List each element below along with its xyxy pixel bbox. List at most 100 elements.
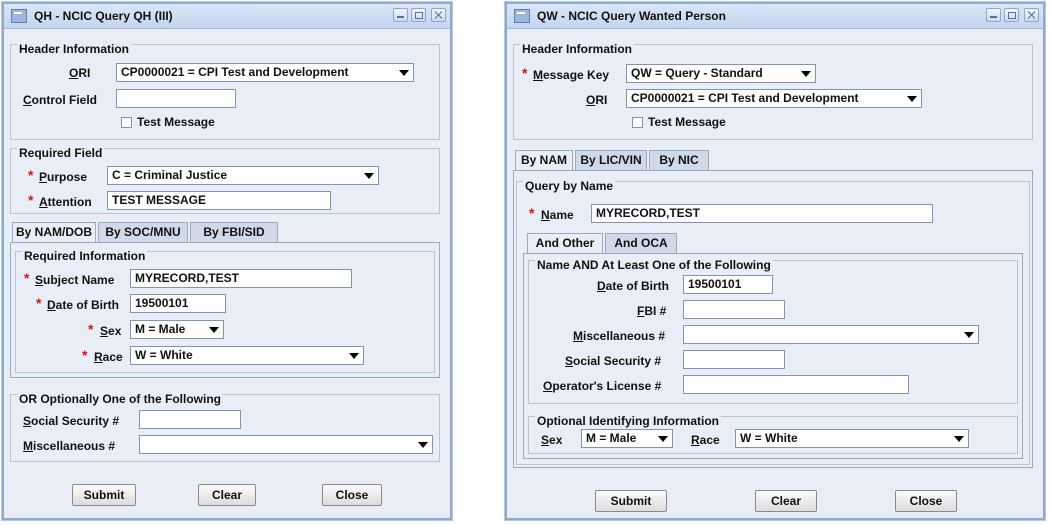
- control-field-label: Control Field: [23, 93, 97, 107]
- race-value: W = White: [135, 348, 193, 362]
- tab-by-soc-mnu[interactable]: By SOC/MNU: [98, 222, 188, 242]
- group-legend: Name AND At Least One of the Following: [535, 258, 773, 272]
- sex-select[interactable]: M = Male: [581, 429, 673, 448]
- ori-select[interactable]: CP0000021 = CPI Test and Development: [626, 89, 922, 108]
- chevron-down-icon: [964, 332, 974, 338]
- message-key-label: Message Key: [533, 68, 610, 82]
- race-select[interactable]: W = White: [130, 346, 364, 365]
- operators-license-input[interactable]: [683, 375, 909, 394]
- minimize-icon[interactable]: [393, 8, 408, 22]
- maximize-icon[interactable]: [1004, 8, 1019, 22]
- subject-name-input[interactable]: MYRECORD,TEST: [130, 269, 352, 288]
- ori-label: ORI: [69, 66, 91, 80]
- chevron-down-icon: [658, 436, 668, 442]
- group-legend: Header Information: [520, 42, 635, 56]
- sex-label: Sex: [541, 433, 563, 447]
- ssn-label: Social Security #: [23, 414, 120, 428]
- required-marker: *: [24, 270, 30, 286]
- tab-by-nic[interactable]: By NIC: [649, 150, 709, 170]
- control-field-input[interactable]: [116, 89, 236, 108]
- qw-at-least-group: Name AND At Least One of the Following D…: [528, 258, 1018, 404]
- qh-window: QH - NCIC Query QH (III) Header Informat…: [2, 2, 452, 520]
- ssn-label: Social Security #: [565, 354, 662, 368]
- qh-tab-panel: Required Information * Subject Name MYRE…: [10, 242, 440, 378]
- test-message-label: Test Message: [137, 115, 215, 129]
- purpose-select[interactable]: C = Criminal Justice: [107, 166, 379, 185]
- qh-required-field-group: Required Field * Purpose C = Criminal Ju…: [10, 146, 440, 214]
- tab-by-nam[interactable]: By NAM: [515, 150, 573, 171]
- tab-and-oca[interactable]: And OCA: [605, 233, 677, 253]
- group-legend: Optional Identifying Information: [535, 414, 721, 428]
- required-marker: *: [88, 321, 94, 337]
- misc-label: Miscellaneous #: [573, 329, 666, 343]
- purpose-value: C = Criminal Justice: [112, 168, 228, 182]
- ori-value: CP0000021 = CPI Test and Development: [631, 91, 859, 105]
- qw-titlebar[interactable]: QW - NCIC Query Wanted Person: [507, 4, 1043, 29]
- qh-titlebar[interactable]: QH - NCIC Query QH (III): [4, 4, 450, 29]
- race-label: Race: [691, 433, 720, 447]
- operators-license-label: Operator's License #: [543, 379, 662, 393]
- clear-button[interactable]: Clear: [198, 484, 256, 506]
- subject-name-label: Subject Name: [35, 273, 115, 287]
- ssn-input[interactable]: [683, 350, 785, 369]
- test-message-label: Test Message: [648, 115, 726, 129]
- qw-query-by-name-group: Query by Name * Name MYRECORD,TEST And O…: [516, 179, 1030, 465]
- qw-tab-panel: Query by Name * Name MYRECORD,TEST And O…: [513, 170, 1033, 468]
- sex-value: M = Male: [586, 431, 637, 445]
- sex-value: M = Male: [135, 322, 186, 336]
- misc-select[interactable]: [683, 325, 979, 344]
- close-icon[interactable]: [431, 8, 446, 22]
- clear-button[interactable]: Clear: [755, 490, 817, 512]
- window-app-icon: [514, 9, 530, 23]
- ori-select[interactable]: CP0000021 = CPI Test and Development: [116, 63, 414, 82]
- qw-window-title: QW - NCIC Query Wanted Person: [537, 9, 726, 23]
- group-legend: Required Information: [22, 249, 148, 263]
- dob-input[interactable]: 19500101: [683, 275, 773, 294]
- dob-label: Date of Birth: [47, 298, 120, 312]
- required-marker: *: [36, 295, 42, 311]
- name-input[interactable]: MYRECORD,TEST: [591, 204, 933, 223]
- submit-button[interactable]: Submit: [595, 490, 667, 512]
- ori-label: ORI: [586, 93, 608, 107]
- close-icon[interactable]: [1024, 8, 1039, 22]
- maximize-icon[interactable]: [411, 8, 426, 22]
- required-marker: *: [82, 347, 88, 363]
- chevron-down-icon: [907, 96, 917, 102]
- group-legend: Required Field: [17, 146, 105, 160]
- test-message-checkbox[interactable]: [121, 117, 132, 128]
- group-legend: Query by Name: [523, 179, 616, 193]
- minimize-icon[interactable]: [986, 8, 1001, 22]
- test-message-checkbox[interactable]: [632, 117, 643, 128]
- fbi-input[interactable]: [683, 300, 785, 319]
- chevron-down-icon: [399, 70, 409, 76]
- submit-button[interactable]: Submit: [72, 484, 136, 506]
- group-legend: Header Information: [17, 42, 132, 56]
- race-select[interactable]: W = White: [735, 429, 969, 448]
- dob-input[interactable]: 19500101: [130, 294, 226, 313]
- misc-label: Miscellaneous #: [23, 439, 116, 453]
- qw-window: QW - NCIC Query Wanted Person Header Inf…: [505, 2, 1045, 520]
- close-button[interactable]: Close: [322, 484, 382, 506]
- chevron-down-icon: [209, 327, 219, 333]
- required-marker: *: [28, 167, 34, 183]
- sex-select[interactable]: M = Male: [130, 320, 224, 339]
- tab-and-other[interactable]: And Other: [527, 233, 603, 254]
- tab-by-nam-dob[interactable]: By NAM/DOB: [12, 222, 96, 243]
- chevron-down-icon: [954, 436, 964, 442]
- window-app-icon: [11, 9, 27, 23]
- dob-label: Date of Birth: [597, 279, 670, 293]
- attention-input[interactable]: TEST MESSAGE: [107, 191, 331, 210]
- message-key-select[interactable]: QW = Query - Standard: [626, 64, 816, 83]
- chevron-down-icon: [801, 71, 811, 77]
- purpose-label: Purpose: [39, 170, 88, 184]
- close-button[interactable]: Close: [895, 490, 957, 512]
- required-marker: *: [529, 205, 535, 221]
- ssn-input[interactable]: [139, 410, 241, 429]
- ori-value: CP0000021 = CPI Test and Development: [121, 65, 349, 79]
- required-marker: *: [28, 192, 34, 208]
- tab-by-fbi-sid[interactable]: By FBI/SID: [190, 222, 278, 242]
- qh-header-info-group: Header Information ORI CP0000021 = CPI T…: [10, 42, 440, 140]
- tab-by-lic-vin[interactable]: By LIC/VIN: [575, 150, 647, 170]
- qh-optional-group: OR Optionally One of the Following Socia…: [10, 392, 440, 462]
- misc-select[interactable]: [139, 435, 433, 454]
